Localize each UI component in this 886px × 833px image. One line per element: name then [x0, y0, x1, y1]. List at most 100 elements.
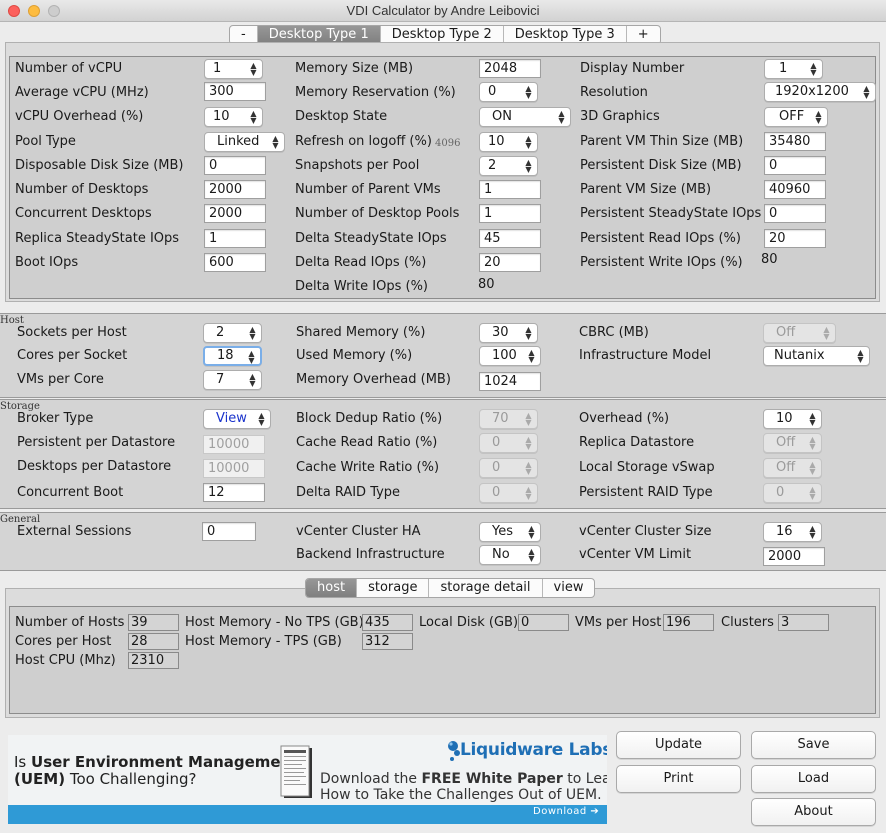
- resolution-select[interactable]: 1920x1200 ▲ ▼: [764, 82, 876, 102]
- replica-datastore-value: Off: [776, 435, 796, 450]
- resolution-value: 1920x1200: [775, 84, 849, 99]
- desktop-state-select[interactable]: ON ▲ ▼: [479, 107, 571, 127]
- host-cpu-value: 2310: [128, 652, 179, 669]
- stepper-icon: ▲ ▼: [810, 61, 817, 77]
- storage-panel: [0, 399, 886, 509]
- boot-iops-label: Boot IOps: [15, 255, 79, 270]
- delta-iops-input[interactable]: 45: [479, 229, 541, 248]
- persistent-disk-input[interactable]: 0: [764, 156, 826, 175]
- delta-raid-select[interactable]: 0 ▲ ▼: [479, 483, 538, 503]
- stepper-icon: ▲ ▼: [248, 349, 255, 365]
- tab-storage[interactable]: storage: [357, 579, 430, 597]
- ad-banner[interactable]: Is User Environment Management (UEM) Too…: [8, 735, 607, 824]
- delta-read-input[interactable]: 20: [479, 253, 541, 272]
- used-memory-select[interactable]: 100 ▲ ▼: [479, 346, 541, 366]
- desktops-datastore-label: Desktops per Datastore: [17, 459, 172, 474]
- parent-vms-label: Number of Parent VMs: [295, 182, 441, 197]
- dedup-ratio-select[interactable]: 70 ▲ ▼: [479, 409, 538, 429]
- title-bar: VDI Calculator by Andre Leibovici: [0, 0, 886, 22]
- stepper-icon: ▲ ▼: [249, 325, 256, 341]
- stepper-icon: ▲ ▼: [857, 348, 864, 364]
- snapshots-select[interactable]: 2 ▲ ▼: [479, 156, 538, 176]
- num-desktops-input[interactable]: 2000: [204, 180, 266, 199]
- num-hosts-value: 39: [128, 614, 179, 631]
- desktops-datastore-input[interactable]: 10000: [203, 459, 265, 478]
- memory-overhead-input[interactable]: 1024: [479, 372, 541, 391]
- cores-select[interactable]: 18 ▲ ▼: [203, 346, 262, 366]
- external-sessions-input[interactable]: 0: [202, 522, 256, 541]
- avg-vcpu-input[interactable]: 300: [204, 82, 266, 101]
- broker-type-value: View: [216, 411, 247, 426]
- stepper-icon: ▲ ▼: [558, 109, 565, 125]
- dedup-ratio-value: 70: [492, 411, 509, 426]
- update-button[interactable]: Update: [616, 731, 741, 759]
- persistent-raid-select[interactable]: 0 ▲ ▼: [763, 483, 822, 503]
- print-button[interactable]: Print: [616, 765, 741, 793]
- display-number-select[interactable]: 1 ▲ ▼: [764, 59, 823, 79]
- replica-iops-input[interactable]: 1: [204, 229, 266, 248]
- stepper-icon: ▲ ▼: [809, 524, 816, 540]
- boot-iops-input[interactable]: 600: [204, 253, 266, 272]
- pool-type-select[interactable]: Linked ▲ ▼: [204, 132, 285, 152]
- stepper-icon: ▲ ▼: [525, 485, 532, 501]
- infrastructure-model-select[interactable]: Nutanix ▲ ▼: [763, 346, 870, 366]
- replica-datastore-label: Replica Datastore: [579, 435, 695, 450]
- local-vswap-select[interactable]: Off ▲ ▼: [763, 458, 822, 478]
- cluster-size-select[interactable]: 16 ▲ ▼: [763, 522, 822, 542]
- 3d-graphics-value: OFF: [779, 109, 805, 124]
- window-title: VDI Calculator by Andre Leibovici: [346, 3, 540, 18]
- vcpu-overhead-select[interactable]: 10 ▲ ▼: [204, 107, 263, 127]
- memory-no-tps-value: 435: [362, 614, 413, 631]
- shared-memory-select[interactable]: 30 ▲ ▼: [479, 323, 538, 343]
- storage-overhead-value: 10: [776, 411, 793, 426]
- vm-limit-input[interactable]: 2000: [763, 547, 825, 566]
- concurrent-boot-input[interactable]: 12: [203, 483, 265, 502]
- persistent-raid-value: 0: [776, 485, 785, 500]
- download-link[interactable]: Download ➔: [533, 806, 599, 817]
- memory-size-input[interactable]: 2048: [479, 59, 541, 78]
- stepper-icon: ▲ ▼: [525, 435, 532, 451]
- offer-bold: FREE White Paper: [421, 771, 563, 787]
- cluster-ha-select[interactable]: Yes ▲ ▼: [479, 522, 541, 542]
- storage-overhead-select[interactable]: 10 ▲ ▼: [763, 409, 822, 429]
- broker-type-select[interactable]: View ▲ ▼: [203, 409, 271, 429]
- vm-limit-label: vCenter VM Limit: [579, 547, 692, 562]
- vms-core-select[interactable]: 7 ▲ ▼: [203, 370, 262, 390]
- parent-vm-size-input[interactable]: 40960: [764, 180, 826, 199]
- persistent-datastore-input[interactable]: 10000: [203, 435, 265, 454]
- persistent-write-label: Persistent Write IOps (%): [580, 255, 743, 270]
- vcpu-select[interactable]: 1 ▲ ▼: [204, 59, 263, 79]
- persistent-read-input[interactable]: 20: [764, 229, 826, 248]
- refresh-logoff-select[interactable]: 10 ▲ ▼: [479, 132, 538, 152]
- concurrent-desktops-input[interactable]: 2000: [204, 204, 266, 223]
- thin-size-input[interactable]: 35480: [764, 132, 826, 151]
- cbrc-select[interactable]: Off ▲ ▼: [763, 323, 836, 343]
- load-button[interactable]: Load: [751, 765, 876, 793]
- save-button[interactable]: Save: [751, 731, 876, 759]
- delta-raid-value: 0: [492, 485, 501, 500]
- memory-reservation-select[interactable]: 0 ▲ ▼: [479, 82, 538, 102]
- desktop-pools-input[interactable]: 1: [479, 204, 541, 223]
- cache-write-select[interactable]: 0 ▲ ▼: [479, 458, 538, 478]
- cbrc-value: Off: [776, 325, 796, 340]
- sockets-value: 2: [216, 325, 225, 340]
- cache-write-label: Cache Write Ratio (%): [296, 460, 440, 475]
- 3d-graphics-select[interactable]: OFF ▲ ▼: [764, 107, 828, 127]
- replica-datastore-select[interactable]: Off ▲ ▼: [763, 433, 822, 453]
- disposable-disk-input[interactable]: 0: [204, 156, 266, 175]
- backend-infra-select[interactable]: No ▲ ▼: [479, 545, 541, 565]
- persistent-iops-input[interactable]: 0: [764, 204, 826, 223]
- snapshots-value: 2: [488, 158, 497, 173]
- banner-headline: Is User Environment Management (UEM) Too…: [14, 754, 298, 788]
- broker-type-label: Broker Type: [17, 411, 94, 426]
- parent-vms-input[interactable]: 1: [479, 180, 541, 199]
- about-button[interactable]: About: [751, 798, 876, 826]
- sockets-select[interactable]: 2 ▲ ▼: [203, 323, 262, 343]
- tab-storage-detail[interactable]: storage detail: [429, 579, 543, 597]
- dedup-ratio-label: Block Dedup Ratio (%): [296, 411, 443, 426]
- local-disk-value: 0: [518, 614, 569, 631]
- tab-view[interactable]: view: [543, 579, 595, 597]
- stepper-icon: ▲ ▼: [528, 524, 535, 540]
- tab-host[interactable]: host: [306, 579, 358, 597]
- cache-read-select[interactable]: 0 ▲ ▼: [479, 433, 538, 453]
